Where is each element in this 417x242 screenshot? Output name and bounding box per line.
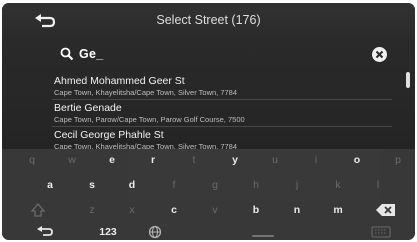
street-address: Cape Town, Parow/Cape Town, Parow Golf C… (54, 115, 245, 124)
title-bar: Select Street (176) (2, 3, 415, 41)
on-screen-keyboard: q w e r t y u i o p a s d f g h j k l z … (2, 149, 415, 240)
key-z[interactable]: z (82, 201, 102, 219)
key-i[interactable]: i (306, 151, 326, 169)
list-item[interactable]: Ahmed Mohammed Geer St Cape Town, Khayel… (2, 74, 398, 99)
key-r[interactable]: r (143, 151, 163, 169)
key-h[interactable]: h (246, 176, 266, 194)
search-icon (60, 47, 74, 61)
key-g[interactable]: g (205, 176, 225, 194)
list-item[interactable]: Bertie Genade Cape Town, Parow/Cape Town… (2, 101, 398, 126)
key-p[interactable]: p (388, 151, 408, 169)
clear-search-icon[interactable] (371, 46, 388, 63)
key-f[interactable]: f (164, 176, 184, 194)
key-o[interactable]: o (347, 151, 367, 169)
key-v[interactable]: v (205, 201, 225, 219)
street-name: Bertie Genade (54, 102, 122, 114)
divider (52, 126, 392, 127)
divider (52, 99, 392, 100)
key-m[interactable]: m (328, 201, 348, 219)
results-list: Ahmed Mohammed Geer St Cape Town, Khayel… (2, 70, 415, 151)
key-j[interactable]: j (287, 176, 307, 194)
shift-icon[interactable] (28, 201, 48, 219)
keyboard-hide-icon[interactable] (370, 225, 392, 240)
space-bar[interactable] (252, 235, 274, 237)
key-w[interactable]: w (62, 151, 82, 169)
key-b[interactable]: b (246, 201, 266, 219)
key-x[interactable]: x (122, 201, 142, 219)
street-name: Ahmed Mohammed Geer St (54, 75, 185, 87)
key-k[interactable]: k (328, 176, 348, 194)
key-q[interactable]: q (22, 151, 42, 169)
key-c[interactable]: c (164, 201, 184, 219)
numbers-key[interactable]: 123 (90, 223, 126, 240)
key-u[interactable]: u (265, 151, 285, 169)
search-bar[interactable]: Ge_ (2, 41, 415, 69)
key-l[interactable]: l (368, 176, 388, 194)
street-address: Cape Town, Khayelitsha/Cape Town, Silver… (54, 88, 238, 97)
enter-arrow-icon[interactable] (34, 225, 56, 240)
scrollbar[interactable] (406, 72, 410, 88)
key-n[interactable]: n (287, 201, 307, 219)
key-y[interactable]: y (225, 151, 245, 169)
search-input[interactable]: Ge_ (79, 47, 104, 61)
backspace-icon[interactable] (374, 201, 398, 219)
street-select-screen: Select Street (176) Ge_ Ahmed Mohammed G… (2, 3, 415, 240)
key-s[interactable]: s (82, 176, 102, 194)
key-d[interactable]: d (122, 176, 142, 194)
page-title: Select Street (176) (156, 13, 261, 27)
key-e[interactable]: e (102, 151, 122, 169)
globe-icon[interactable] (147, 225, 163, 240)
key-a[interactable]: a (40, 176, 60, 194)
key-t[interactable]: t (184, 151, 204, 169)
street-name: Cecil George Phahle St (54, 129, 164, 141)
